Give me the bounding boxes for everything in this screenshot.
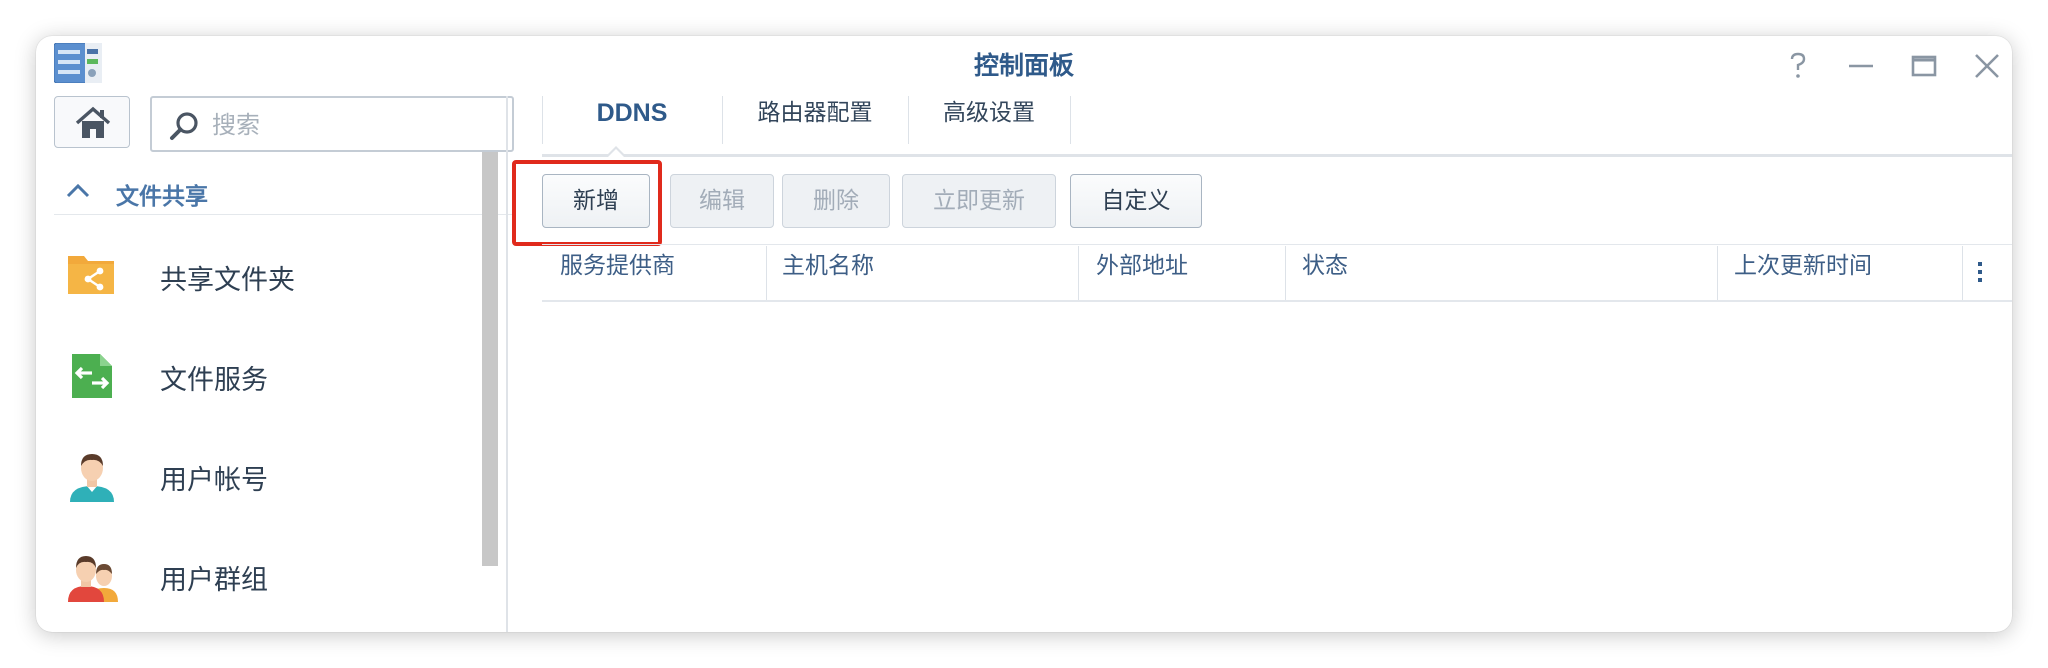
- search-icon: [170, 112, 198, 140]
- sidebar-item-label: 用户帐号: [160, 465, 268, 496]
- section-divider: [54, 214, 512, 215]
- column-menu-button[interactable]: [1970, 258, 1990, 288]
- close-button[interactable]: [1967, 46, 2007, 86]
- tab-label: 路由器配置: [757, 100, 873, 126]
- sidebar-item-user-account[interactable]: 用户帐号: [66, 438, 506, 508]
- maximize-button[interactable]: [1904, 46, 1944, 86]
- minimize-icon: [1849, 64, 1873, 68]
- tab-label: 高级设置: [943, 100, 1035, 126]
- delete-button[interactable]: 删除: [782, 174, 890, 228]
- search-box[interactable]: [150, 96, 514, 152]
- tab-separator: [542, 96, 543, 144]
- table-header-top-border: [542, 244, 2012, 245]
- more-vertical-icon: [1978, 262, 1982, 282]
- close-icon: [1975, 54, 1999, 78]
- column-separator: [766, 246, 767, 300]
- tab-router-config[interactable]: 路由器配置: [722, 82, 908, 146]
- active-tab-indicator: [606, 146, 626, 157]
- column-header-last-update[interactable]: 上次更新时间: [1734, 246, 1872, 286]
- column-separator: [1717, 246, 1718, 300]
- column-header-provider[interactable]: 服务提供商: [560, 246, 675, 286]
- sidebar-item-label: 文件服务: [160, 365, 268, 396]
- sidebar-item-label: 用户群组: [160, 565, 268, 596]
- tabs-underline: [542, 154, 2012, 157]
- sidebar-scrollbar[interactable]: [482, 152, 498, 566]
- column-header-hostname[interactable]: 主机名称: [782, 246, 874, 286]
- minimize-button[interactable]: [1841, 46, 1881, 86]
- home-icon: [75, 106, 111, 138]
- tab-advanced-settings[interactable]: 高级设置: [908, 82, 1070, 146]
- file-services-icon: [66, 350, 118, 402]
- help-icon: [1790, 52, 1806, 78]
- column-header-external-address[interactable]: 外部地址: [1096, 246, 1188, 286]
- chevron-up-icon: [66, 183, 90, 198]
- section-header-label: 文件共享: [116, 184, 208, 210]
- sidebar-item-shared-folder[interactable]: 共享文件夹: [66, 238, 506, 308]
- search-input[interactable]: [210, 106, 504, 144]
- help-button[interactable]: [1778, 46, 1818, 86]
- tab-label: DDNS: [596, 99, 668, 127]
- column-header-status[interactable]: 状态: [1302, 246, 1348, 286]
- table-body-empty: [542, 302, 2012, 632]
- tab-ddns[interactable]: DDNS: [542, 82, 722, 146]
- maximize-icon: [1911, 55, 1937, 77]
- sidebar-item-file-services[interactable]: 文件服务: [66, 338, 506, 408]
- panel-divider: [506, 96, 508, 632]
- column-separator: [1078, 246, 1079, 300]
- add-button[interactable]: 新增: [542, 174, 650, 228]
- edit-button[interactable]: 编辑: [670, 174, 774, 228]
- tab-separator: [1070, 96, 1071, 144]
- user-group-icon: [66, 550, 118, 602]
- column-separator: [1285, 246, 1286, 300]
- customize-button[interactable]: 自定义: [1070, 174, 1202, 228]
- home-button[interactable]: [54, 96, 130, 148]
- control-panel-window: 控制面板 搜索 文件共享 共享文件夹 文件服务 用户帐号 用户群组 DDNS 路…: [36, 36, 2012, 632]
- sidebar-item-label: 共享文件夹: [160, 265, 295, 296]
- update-now-button[interactable]: 立即更新: [902, 174, 1056, 228]
- column-separator: [1962, 246, 1963, 300]
- sidebar-item-user-group[interactable]: 用户群组: [66, 538, 506, 608]
- window-title: 控制面板: [973, 51, 1074, 80]
- user-icon: [66, 450, 118, 502]
- shared-folder-icon: [66, 250, 118, 302]
